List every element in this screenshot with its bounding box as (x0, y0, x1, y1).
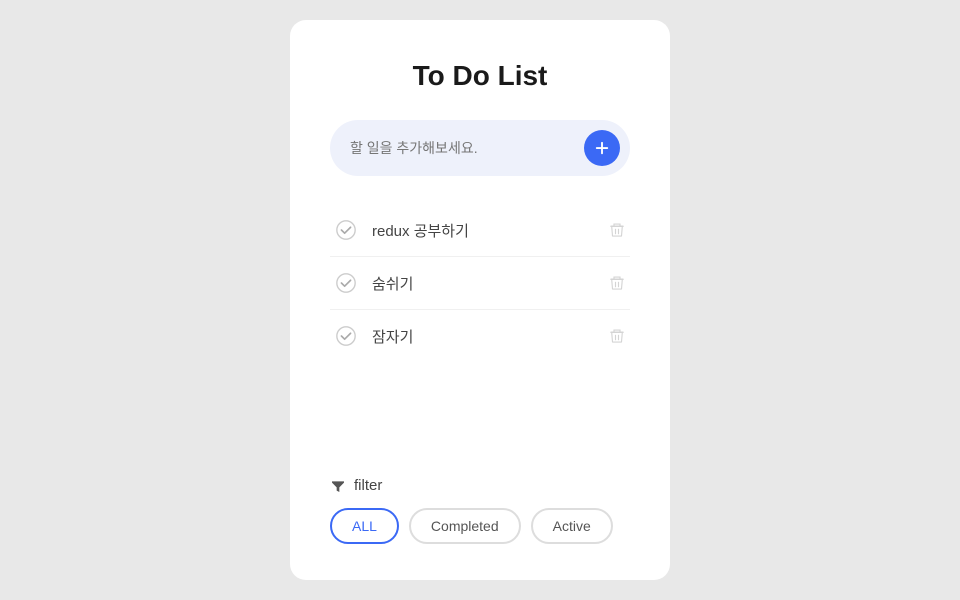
filter-section: filter ALL Completed Active (330, 461, 630, 544)
plus-icon (593, 139, 611, 157)
todo-text: 잠자기 (372, 326, 594, 347)
filter-label-row: filter (330, 477, 630, 494)
delete-button[interactable] (608, 221, 626, 239)
todo-item: 숨쉬기 (330, 257, 630, 310)
delete-button[interactable] (608, 327, 626, 345)
input-row (330, 120, 630, 176)
check-icon[interactable] (334, 218, 358, 242)
todo-item: redux 공부하기 (330, 204, 630, 257)
filter-buttons: ALL Completed Active (330, 508, 630, 544)
filter-btn-completed[interactable]: Completed (409, 508, 521, 544)
check-icon[interactable] (334, 324, 358, 348)
filter-btn-active[interactable]: Active (531, 508, 613, 544)
delete-button[interactable] (608, 274, 626, 292)
todo-input[interactable] (350, 140, 574, 156)
check-icon[interactable] (334, 271, 358, 295)
todo-text: 숨쉬기 (372, 273, 594, 294)
todo-text: redux 공부하기 (372, 220, 594, 241)
filter-icon (330, 478, 346, 494)
todo-list: redux 공부하기 숨쉬기 (330, 204, 630, 362)
filter-btn-all[interactable]: ALL (330, 508, 399, 544)
todo-card: To Do List redux 공부하기 (290, 20, 670, 580)
page-title: To Do List (330, 60, 630, 92)
filter-label: filter (354, 477, 382, 494)
todo-item: 잠자기 (330, 310, 630, 362)
add-button[interactable] (584, 130, 620, 166)
